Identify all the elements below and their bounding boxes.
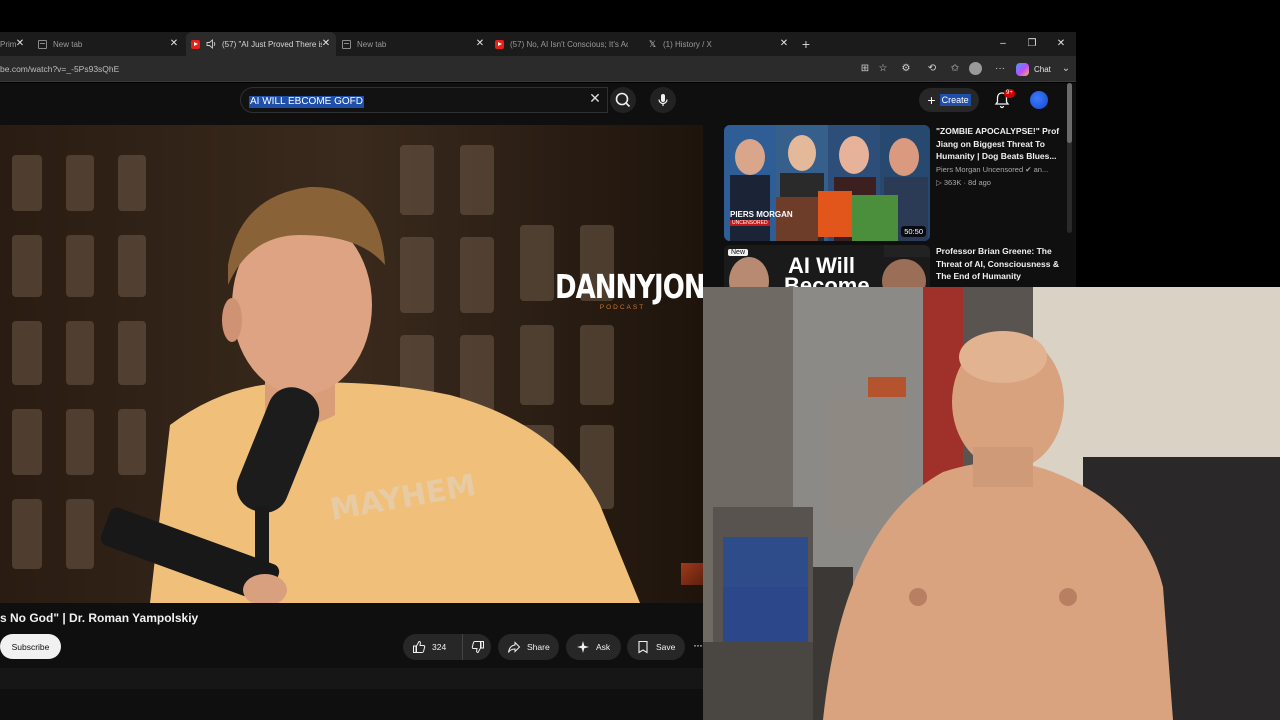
- tab-close-icon[interactable]: ✕: [778, 37, 790, 51]
- channel-name[interactable]: Piers Morgan Uncensored ✔ an...: [936, 165, 1066, 174]
- create-button[interactable]: + Create: [919, 88, 979, 112]
- tab-close-icon[interactable]: ✕: [168, 37, 180, 51]
- webcam-overlay: [703, 287, 1280, 720]
- thumbnail-brand-text: PIERS MORGAN: [730, 210, 793, 219]
- maximize-button[interactable]: ❐: [1024, 36, 1040, 52]
- tab-close-icon[interactable]: ✕: [14, 37, 26, 51]
- recommendation-item[interactable]: New AI Will Become Professor Brian Green…: [724, 245, 1064, 287]
- more-actions-icon[interactable]: ···: [693, 638, 703, 652]
- address-bar: be.com/watch?v=_-5Ps93sQhE ⊞ ☆ ⚙ ⟲ ✩ ···…: [0, 56, 1076, 82]
- tab-5[interactable]: (57) No, AI Isn't Conscious; It's Ac: [494, 32, 644, 56]
- video-thumbnail[interactable]: New AI Will Become: [724, 245, 930, 287]
- tab-title: (57) No, AI Isn't Conscious; It's Ac: [510, 39, 628, 49]
- video-meta: ▷ 363K · 8d ago: [936, 178, 991, 187]
- ask-button[interactable]: Ask: [566, 634, 621, 660]
- star-favorite-icon[interactable]: ☆: [877, 63, 889, 75]
- microphone-icon: [658, 94, 668, 106]
- search-button[interactable]: [610, 87, 636, 113]
- tab-close-icon[interactable]: ✕: [320, 37, 332, 51]
- copilot-icon: [1016, 62, 1029, 76]
- search-icon: [615, 92, 631, 108]
- thumbnail-headline-2: Become: [784, 273, 870, 288]
- sparkle-icon: [577, 641, 589, 653]
- create-label: Create: [939, 94, 971, 106]
- thumbnail-brand-subtext: UNCENSORED: [730, 220, 770, 226]
- video-thumbnail[interactable]: PIERS MORGAN UNCENSORED 50:50: [724, 125, 930, 241]
- description-strip: [0, 668, 703, 689]
- video-duration: 50:50: [901, 226, 926, 237]
- new-badge: New: [728, 249, 749, 256]
- tab-strip: Prim ✕ New tab ✕ (57) "AI Just Proved Th…: [0, 32, 1076, 56]
- tab-3-active[interactable]: (57) "AI Just Proved There is N ✕: [186, 32, 336, 56]
- search-input[interactable]: AI WILL EBCOME GOFD: [240, 87, 608, 113]
- podcast-logo: DANNYJONES PODCAST: [555, 269, 703, 311]
- split-screen-icon[interactable]: ⟲: [926, 63, 938, 75]
- notification-count-badge: 9+: [1004, 89, 1015, 98]
- ask-label: Ask: [596, 642, 611, 652]
- share-label: Share: [527, 642, 550, 652]
- save-label: Save: [656, 642, 676, 652]
- tab-title: New tab: [53, 39, 83, 49]
- video-player[interactable]: MAYHEM DANNYJONES PODCAST: [0, 125, 703, 603]
- recommendation-item[interactable]: PIERS MORGAN UNCENSORED 50:50 "ZOMBIE AP…: [724, 125, 1064, 245]
- account-avatar[interactable]: [1030, 91, 1048, 109]
- logo-main-text: DANNYJONES: [555, 269, 703, 307]
- like-button[interactable]: 324: [403, 634, 463, 660]
- video-title: s No God" | Dr. Roman Yampolskiy: [0, 611, 199, 625]
- new-tab-button[interactable]: +: [798, 35, 814, 53]
- subscribe-button[interactable]: Subscribe: [0, 634, 61, 659]
- page-icon: [38, 39, 47, 49]
- speaker-icon[interactable]: [206, 39, 218, 49]
- video-frame: MAYHEM: [0, 125, 703, 603]
- save-button[interactable]: Save: [627, 634, 685, 660]
- tab-4[interactable]: New tab ✕: [340, 32, 490, 56]
- page-icon: [342, 39, 351, 49]
- tab-close-icon[interactable]: ✕: [474, 37, 486, 51]
- tab-1[interactable]: Prim ✕: [0, 32, 30, 56]
- extensions-icon[interactable]: ⚙: [900, 63, 912, 75]
- url-field[interactable]: be.com/watch?v=_-5Ps93sQhE: [0, 64, 119, 74]
- copilot-chat-button[interactable]: Chat: [1016, 61, 1051, 77]
- tab-title: (57) "AI Just Proved There is N: [222, 39, 322, 49]
- thumbs-down-icon: [471, 641, 484, 654]
- share-icon: [508, 641, 521, 653]
- dislike-button[interactable]: [464, 634, 491, 660]
- youtube-icon: [191, 39, 200, 49]
- favorites-icon[interactable]: ✩: [949, 63, 961, 75]
- scrollbar-thumb[interactable]: [1067, 83, 1072, 143]
- tab-6[interactable]: 𝕏 (1) History / X ✕: [644, 32, 794, 56]
- webcam-feed: [703, 287, 1280, 720]
- like-count: 324: [432, 642, 447, 652]
- bookmark-icon: [638, 640, 648, 654]
- minimize-button[interactable]: –: [995, 36, 1011, 52]
- plus-icon: +: [927, 92, 936, 108]
- more-menu-icon[interactable]: ···: [994, 63, 1006, 75]
- tab-title: (1) History / X: [663, 39, 712, 49]
- profile-avatar[interactable]: [969, 62, 982, 75]
- search-query-text: AI WILL EBCOME GOFD: [249, 96, 364, 108]
- thumbs-up-icon: [413, 640, 426, 653]
- youtube-icon: [495, 39, 504, 49]
- share-button[interactable]: Share: [498, 634, 559, 660]
- like-dislike-group: 324: [403, 634, 491, 660]
- clear-search-icon[interactable]: ✕: [588, 91, 602, 105]
- app-grid-icon[interactable]: ⊞: [859, 63, 871, 75]
- x-logo-icon: 𝕏: [648, 38, 657, 49]
- video-title[interactable]: "ZOMBIE APOCALYPSE!" Prof Jiang on Bigge…: [936, 125, 1060, 163]
- tab-title: New tab: [357, 39, 387, 49]
- chevron-down-icon[interactable]: ⌄: [1060, 63, 1072, 75]
- chat-thumbnail[interactable]: [681, 563, 703, 585]
- video-title[interactable]: Professor Brian Greene: The Threat of AI…: [936, 245, 1060, 283]
- close-window-button[interactable]: ✕: [1053, 36, 1069, 52]
- tab-2[interactable]: New tab ✕: [34, 32, 184, 56]
- voice-search-button[interactable]: [650, 87, 676, 113]
- chat-label: Chat: [1034, 64, 1051, 74]
